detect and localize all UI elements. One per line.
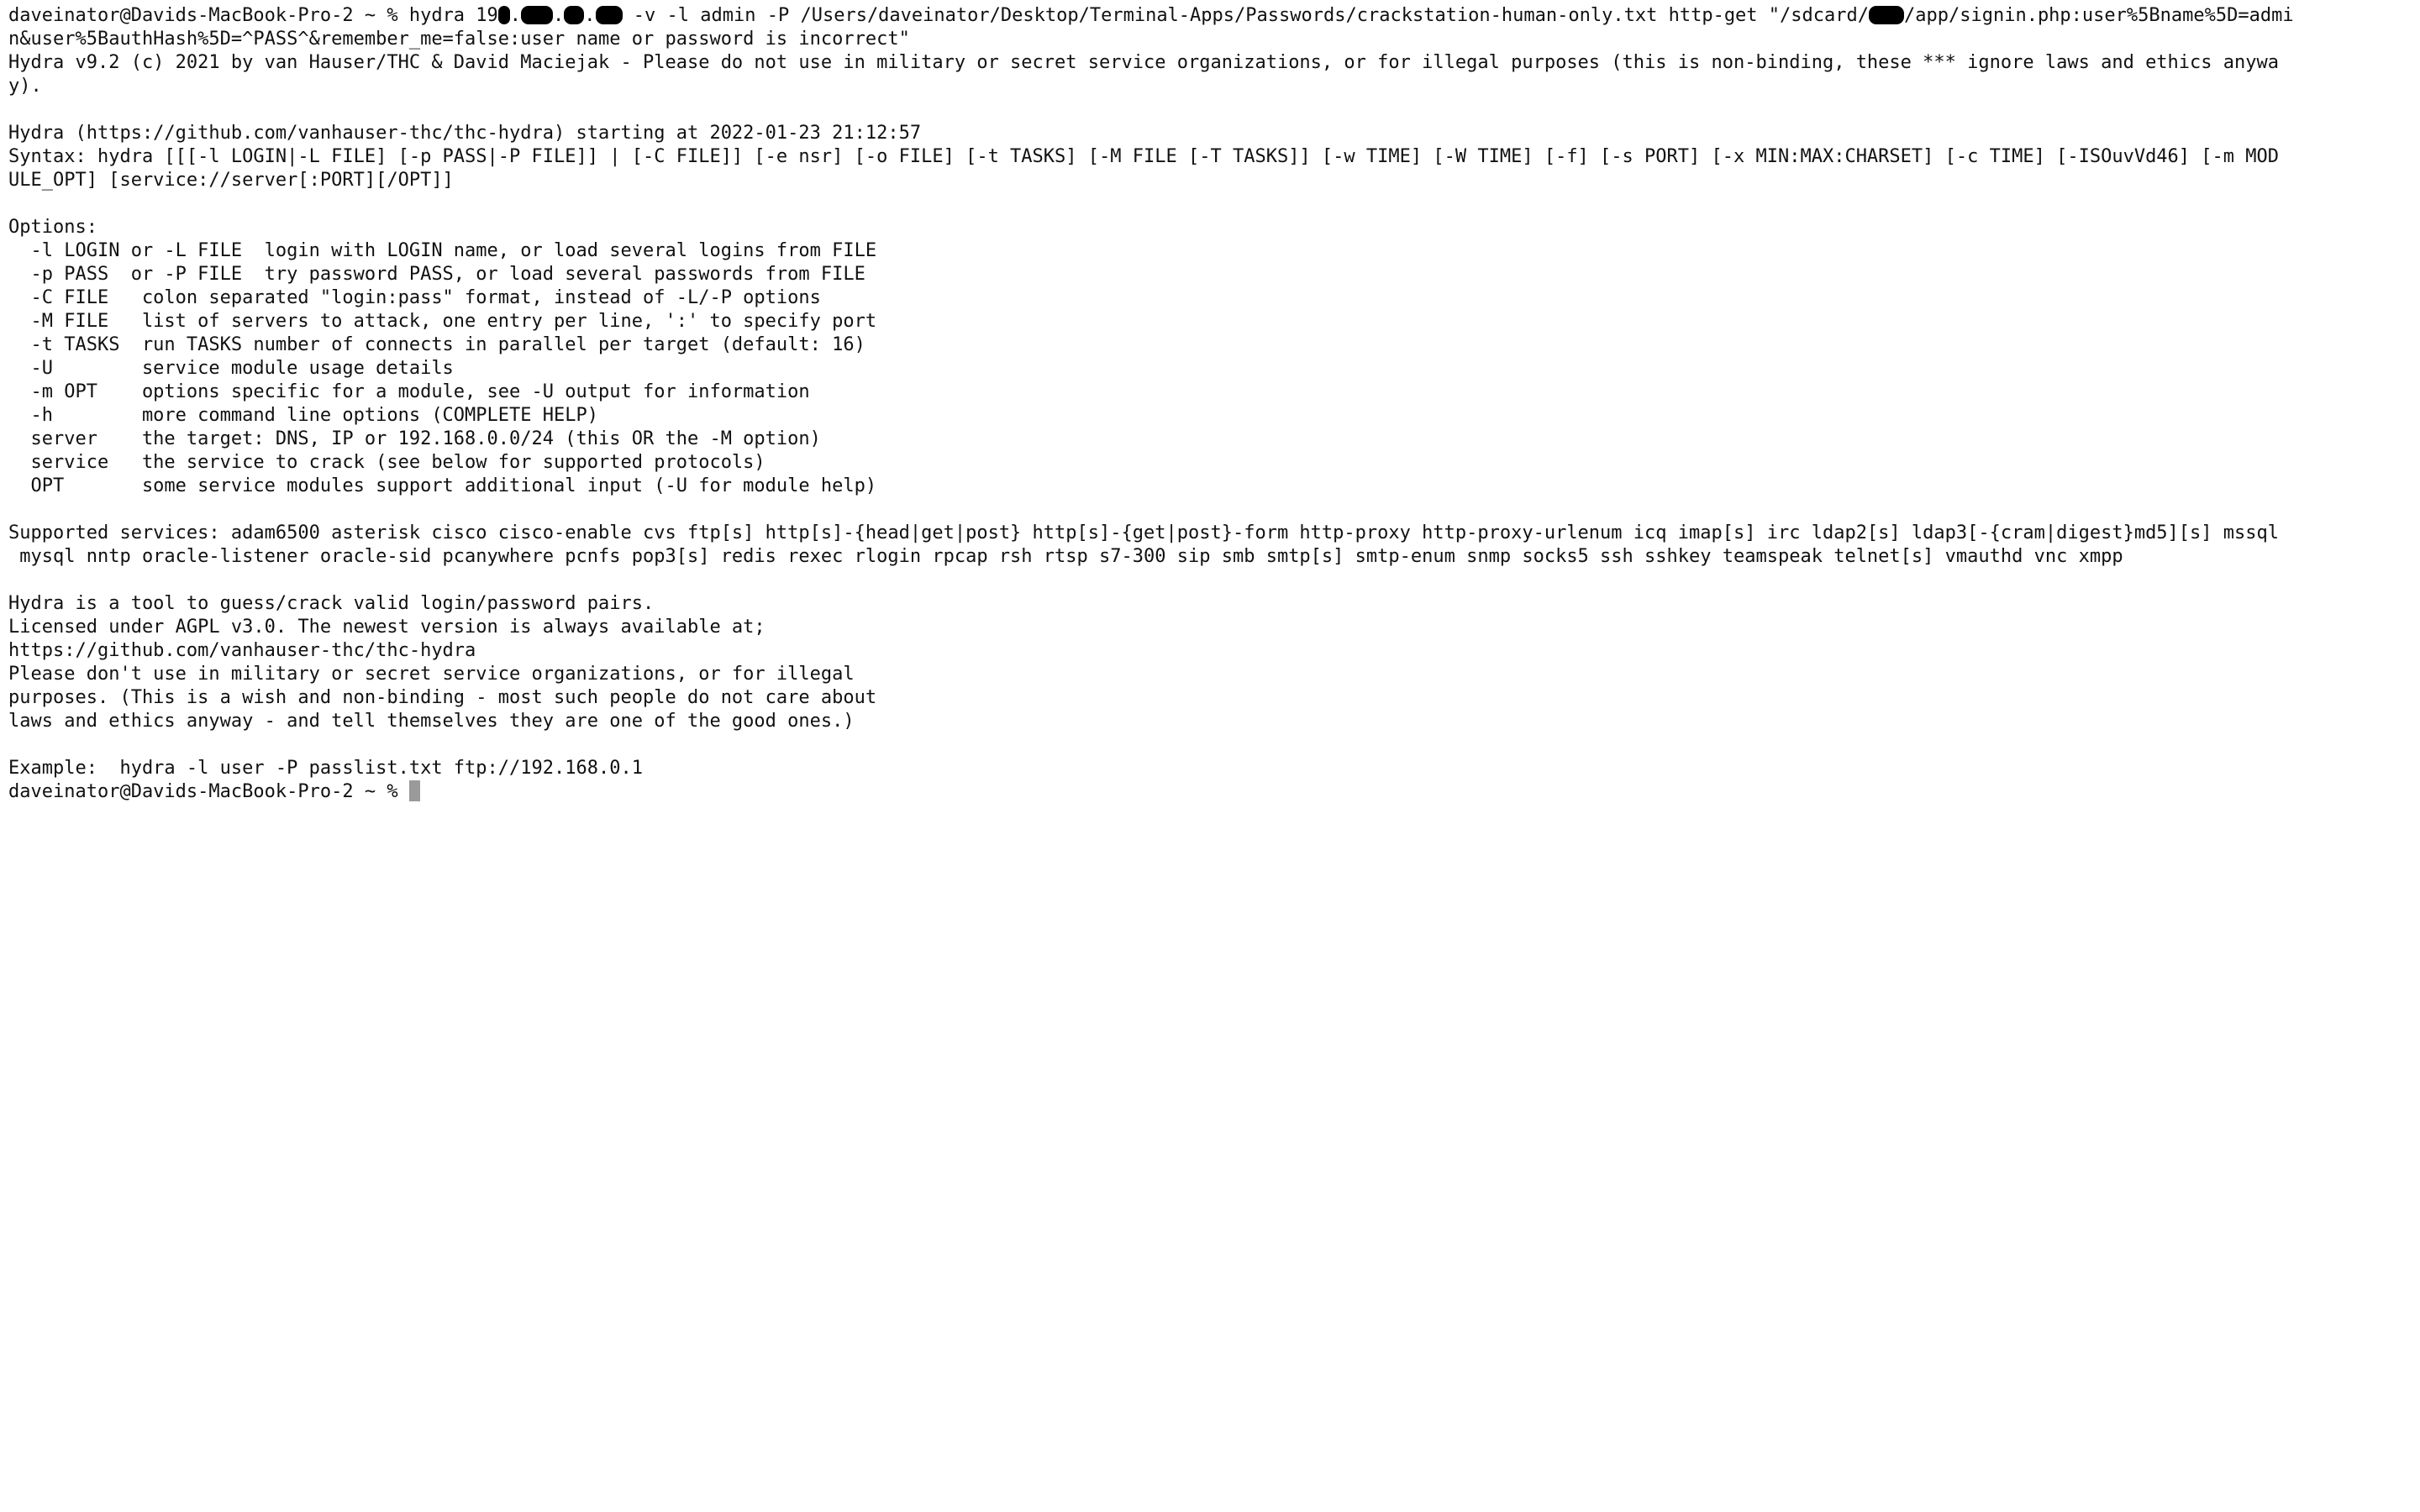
command-text: . [509, 5, 522, 26]
command-line-wrap: n&user%5BauthHash%5D=^PASS^&remember_me=… [8, 29, 910, 50]
output-line: mysql nntp oracle-listener oracle-sid pc… [8, 546, 2123, 567]
redaction-mark [521, 6, 554, 24]
command-text: -v -l admin -P /Users/daveinator/Desktop… [622, 5, 1869, 26]
output-line: Options: [8, 217, 97, 238]
command-text: . [584, 5, 596, 26]
terminal-window[interactable]: daveinator@Davids-MacBook-Pro-2 ~ % hydr… [0, 0, 2420, 1512]
output-line: -t TASKS run TASKS number of connects in… [8, 334, 865, 355]
redaction-mark [497, 6, 510, 24]
output-line: Hydra v9.2 (c) 2021 by van Hauser/THC & … [8, 52, 2280, 73]
terminal-output: Hydra v9.2 (c) 2021 by van Hauser/THC & … [8, 51, 2412, 780]
output-line: Hydra is a tool to guess/crack valid log… [8, 593, 655, 614]
output-line: -C FILE colon separated "login:pass" for… [8, 287, 821, 308]
output-line: purposes. (This is a wish and non-bindin… [8, 687, 877, 708]
output-line: https://github.com/vanhauser-thc/thc-hyd… [8, 640, 476, 661]
redaction-mark [564, 6, 585, 24]
current-prompt-line[interactable]: daveinator@Davids-MacBook-Pro-2 ~ % [8, 780, 2412, 804]
output-line: Please don't use in military or secret s… [8, 664, 855, 685]
output-line: Syntax: hydra [[[-l LOGIN|-L FILE] [-p P… [8, 146, 2280, 167]
output-line: OPT some service modules support additio… [8, 475, 877, 496]
output-line: service the service to crack (see below … [8, 452, 765, 473]
output-line: Example: hydra -l user -P passlist.txt f… [8, 758, 643, 779]
output-line: -l LOGIN or -L FILE login with LOGIN nam… [8, 240, 877, 261]
command-line: daveinator@Davids-MacBook-Pro-2 ~ % hydr… [8, 4, 2412, 28]
shell-prompt: daveinator@Davids-MacBook-Pro-2 ~ % [8, 5, 409, 26]
output-line: laws and ethics anyway - and tell themse… [8, 711, 855, 732]
output-line: -p PASS or -P FILE try password PASS, or… [8, 264, 865, 285]
output-line: -m OPT options specific for a module, se… [8, 381, 810, 402]
output-line: y). [8, 76, 42, 97]
redaction-mark [1869, 6, 1904, 24]
output-line: Licensed under AGPL v3.0. The newest ver… [8, 617, 765, 638]
command-text: hydra 19 [408, 5, 498, 26]
output-line: Hydra (https://github.com/vanhauser-thc/… [8, 123, 922, 144]
output-line: -U service module usage details [8, 358, 454, 379]
text-cursor[interactable] [408, 780, 420, 801]
output-line: -M FILE list of servers to attack, one e… [8, 311, 877, 332]
output-line: server the target: DNS, IP or 192.168.0.… [8, 428, 821, 449]
shell-prompt: daveinator@Davids-MacBook-Pro-2 ~ % [8, 781, 409, 802]
output-line: Supported services: adam6500 asterisk ci… [8, 522, 2280, 543]
redaction-mark [595, 6, 623, 24]
command-text: /app/signin.php:user%5Bname%5D=admi [1904, 5, 2294, 26]
output-line: ULE_OPT] [service://server[:PORT][/OPT]] [8, 170, 454, 191]
command-text: . [553, 5, 565, 26]
output-line: -h more command line options (COMPLETE H… [8, 405, 598, 426]
